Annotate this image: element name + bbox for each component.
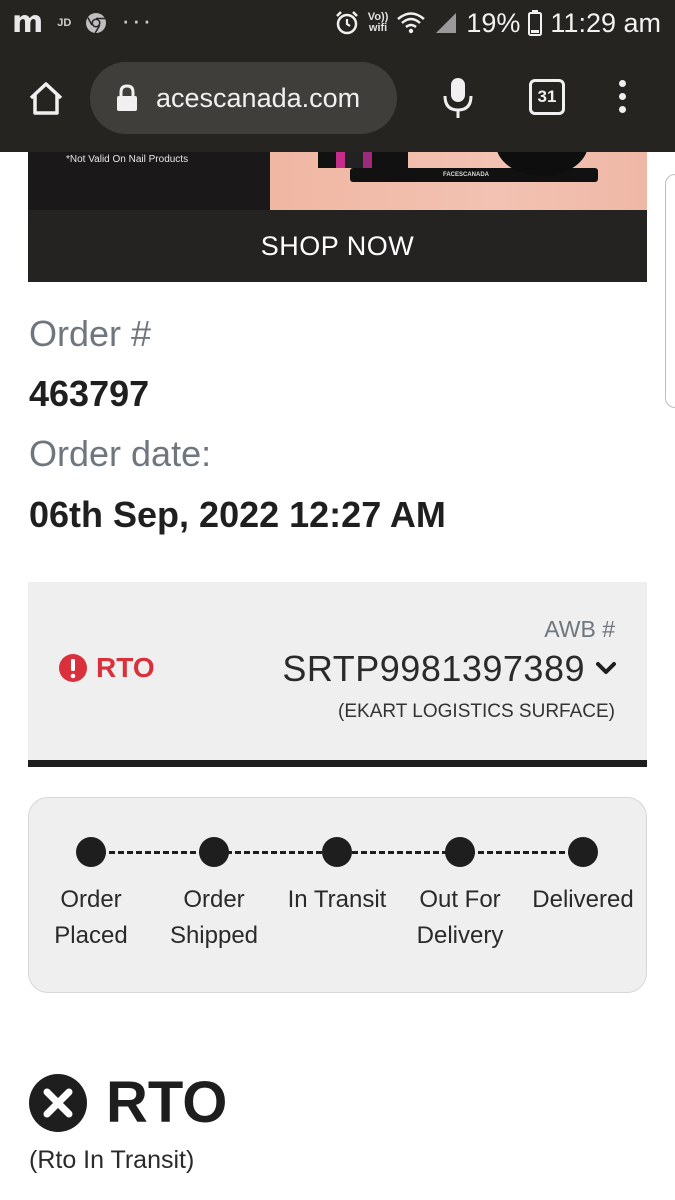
- step-label-delivered: Delivered: [532, 886, 634, 913]
- product-image: [318, 152, 408, 168]
- status-bar: m JD ··· Vo)) wifi 19% 11:29 am: [0, 0, 675, 48]
- status-text: RTO: [96, 652, 155, 683]
- shipment-panel-underline: [28, 760, 647, 767]
- carrier-label: JD: [57, 17, 72, 29]
- status-badge: RTO: [58, 652, 155, 684]
- step-dot-order-shipped: [199, 837, 229, 867]
- lock-icon: [117, 84, 137, 111]
- home-icon[interactable]: [26, 78, 66, 118]
- shop-now-button[interactable]: SHOP NOW: [28, 210, 647, 282]
- tabs-icon[interactable]: 31: [529, 79, 565, 115]
- promo-banner[interactable]: *Not Valid On Nail Products FACESCANADA: [28, 152, 647, 210]
- step-dot-order-placed: [76, 837, 106, 867]
- rto-heading: RTO: [28, 1072, 227, 1134]
- order-number-label: Order #: [29, 313, 152, 354]
- alarm-icon: [335, 11, 358, 35]
- volte-bottom: wifi: [368, 22, 388, 34]
- wifi-icon: [397, 12, 426, 34]
- carrier-name: (EKART LOGISTICS SURFACE): [338, 701, 615, 722]
- order-date-label: Order date:: [29, 433, 212, 474]
- address-bar[interactable]: acescanada.com: [90, 62, 397, 134]
- step-label-order-shipped: Order Shipped: [169, 886, 259, 949]
- step-label-in-transit: In Transit: [287, 886, 387, 913]
- step-label-out-for-delivery: Out For Delivery: [416, 886, 504, 949]
- alert-icon: [59, 654, 87, 682]
- rto-title: RTO: [106, 1070, 228, 1135]
- awb-number: SRTP9981397389: [282, 648, 585, 689]
- mic-icon[interactable]: [442, 76, 474, 120]
- scrollbar[interactable]: [665, 174, 675, 408]
- more-dots-icon: ···: [121, 4, 154, 35]
- m-icon: m: [12, 5, 44, 40]
- volte-wifi-label: Vo)) wifi: [368, 12, 389, 34]
- clock: 11:29 am: [550, 8, 661, 38]
- menu-icon[interactable]: [614, 80, 630, 120]
- banner-note: *Not Valid On Nail Products: [66, 154, 189, 165]
- chrome-icon: [86, 13, 107, 34]
- step-label-order-placed: Order Placed: [54, 886, 128, 949]
- battery-percent: 19%: [466, 8, 521, 38]
- step-dot-in-transit: [322, 837, 352, 867]
- browser-toolbar: acescanada.com 31: [0, 48, 675, 152]
- order-date: 06th Sep, 2022 12:27 AM: [29, 494, 446, 535]
- rto-subtitle: (Rto In Transit): [29, 1146, 195, 1174]
- awb-label: AWB #: [544, 616, 615, 642]
- signal-icon: [436, 13, 457, 33]
- battery-icon: [528, 10, 543, 36]
- banner-brand: FACESCANADA: [443, 172, 490, 178]
- awb-dropdown[interactable]: SRTP9981397389: [282, 648, 617, 690]
- order-number: 463797: [29, 373, 150, 414]
- chevron-down-icon[interactable]: [595, 661, 617, 677]
- step-dot-delivered: [568, 837, 598, 867]
- step-dot-out-for-delivery: [445, 837, 475, 867]
- close-circle-icon: [29, 1074, 87, 1132]
- url-text: acescanada.com: [156, 83, 361, 113]
